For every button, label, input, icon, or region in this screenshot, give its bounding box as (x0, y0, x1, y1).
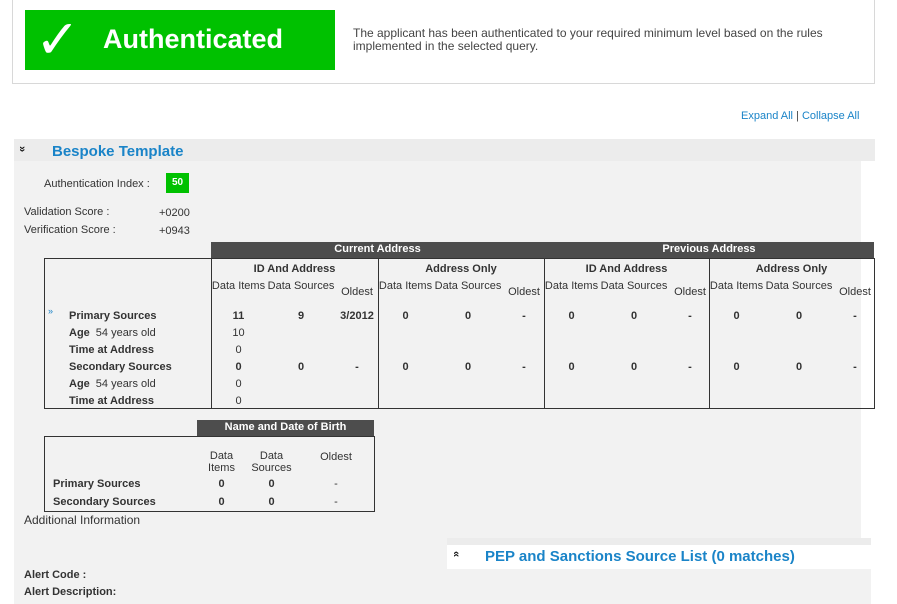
row-label: Secondary Sources (69, 361, 172, 373)
table-cell: - (522, 310, 526, 322)
table-cell: 0 (795, 361, 803, 373)
table-cell: - (853, 361, 857, 373)
auth-index-label: Authentication Index : (44, 178, 150, 190)
link-separator: | (796, 110, 799, 122)
column-header: Data Sources (251, 450, 292, 474)
row-label: Time at Address (69, 395, 154, 407)
pep-sanctions-title[interactable]: PEP and Sanctions Source List (0 matches… (485, 548, 795, 565)
row-label-sub: 54 years old (95, 327, 156, 339)
table-cell: - (334, 496, 338, 508)
row-label-text: Primary Sources (69, 310, 157, 322)
row-label-sub: 54 years old (95, 378, 156, 390)
table-cell: 0 (733, 310, 740, 322)
column-header: Data Items (208, 450, 235, 474)
sub-header: ID And Address (585, 263, 668, 275)
table-cell: 3/2012 (340, 310, 374, 322)
row-label-text: Secondary Sources (69, 361, 172, 373)
table-cell: - (853, 310, 857, 322)
column-header: Oldest (674, 286, 706, 298)
expand-collapse-links: Expand All | Collapse All (741, 110, 859, 122)
validation-score-label: Validation Score : (24, 206, 110, 218)
row-label: Age 54 years old (69, 378, 156, 390)
sub-header: Address Only (425, 263, 497, 275)
table-cell: 0 (268, 496, 275, 508)
table-cell: 0 (630, 310, 638, 322)
auth-index-badge: 50 (166, 173, 189, 193)
column-header: Data Sources (267, 280, 335, 292)
current-address-header: Current Address (211, 242, 544, 258)
row-label-text: Age (69, 327, 90, 339)
row-label: Age 54 years old (69, 327, 156, 339)
row-label-text: Age (69, 378, 90, 390)
collapse-all-link[interactable]: Collapse All (802, 110, 859, 122)
previous-address-header: Previous Address (544, 242, 874, 258)
name-dob-header: Name and Date of Birth (197, 420, 374, 436)
table-cell: 9 (297, 310, 305, 322)
table-cell: 0 (235, 361, 242, 373)
column-header: Data Items (211, 280, 266, 292)
column-header: Data Items (709, 280, 764, 292)
table-cell: 0 (218, 478, 225, 490)
table-cell: 0 (568, 310, 575, 322)
table-cell: 0 (235, 378, 242, 390)
section-title[interactable]: Bespoke Template (52, 143, 183, 160)
column-header: Data Items (544, 280, 599, 292)
column-header: Oldest (341, 286, 373, 298)
table-cell: 11 (232, 310, 245, 322)
table-cell: 0 (218, 496, 225, 508)
expand-row-icon[interactable]: » (48, 306, 53, 316)
table-cell: 0 (568, 361, 575, 373)
table-cell: 0 (630, 361, 638, 373)
column-header: Data Sources (434, 280, 502, 292)
table-cell: 0 (795, 310, 803, 322)
table-cell: 0 (235, 395, 242, 407)
pep-sanctions-header[interactable]: « PEP and Sanctions Source List (0 match… (447, 545, 871, 569)
verification-score-label: Verification Score : (24, 224, 116, 236)
row-label-text: Time at Address (69, 395, 154, 407)
row-label: Time at Address (69, 344, 154, 356)
column-header: Oldest (320, 451, 352, 463)
checkmark-icon: ✓ (35, 8, 81, 71)
bespoke-template-header[interactable]: » Bespoke Template (14, 139, 875, 161)
table-cell: - (522, 361, 526, 373)
authenticated-status-box: ✓ Authenticated (25, 10, 335, 70)
row-label: Primary Sources (69, 310, 156, 322)
table-cell: 0 (235, 344, 242, 356)
row-label: Primary Sources (53, 478, 141, 490)
alert-code-label: Alert Code : (24, 569, 87, 581)
table-cell: 0 (402, 310, 409, 322)
table-cell: 0 (733, 361, 740, 373)
table-cell: 0 (402, 361, 409, 373)
sub-header: Address Only (755, 263, 828, 275)
pep-header-strip (447, 538, 871, 545)
table-cell: 0 (297, 361, 305, 373)
table-cell: - (688, 361, 692, 373)
column-header: Data Sources (600, 280, 668, 292)
expand-all-link[interactable]: Expand All (741, 110, 793, 122)
table-cell: - (688, 310, 692, 322)
additional-information-label: Additional Information (24, 513, 141, 527)
status-description: The applicant has been authenticated to … (353, 26, 823, 53)
sub-header: ID And Address (253, 263, 336, 275)
table-cell: 10 (232, 327, 245, 339)
status-title: Authenticated (103, 24, 284, 54)
column-header: Oldest (508, 286, 540, 298)
column-header: Data Sources (765, 280, 833, 292)
column-header: Data Items (378, 280, 433, 292)
pep-body (447, 569, 871, 604)
alert-description-label: Alert Description: (24, 586, 117, 598)
verification-score-value: +0943 (159, 225, 190, 237)
table-cell: - (355, 361, 359, 373)
collapse-chevron-icon[interactable]: » (16, 146, 28, 152)
table-cell: 0 (268, 478, 275, 490)
row-label: Secondary Sources (53, 496, 156, 508)
column-header: Oldest (839, 286, 871, 298)
table-cell: 0 (464, 361, 472, 373)
authentication-banner: ✓ Authenticated The applicant has been a… (12, 0, 875, 84)
validation-score-value: +0200 (159, 207, 190, 219)
table-cell: - (334, 478, 338, 490)
expand-chevron-icon[interactable]: « (450, 551, 462, 557)
row-label-text: Time at Address (69, 344, 154, 356)
table-cell: 0 (464, 310, 472, 322)
